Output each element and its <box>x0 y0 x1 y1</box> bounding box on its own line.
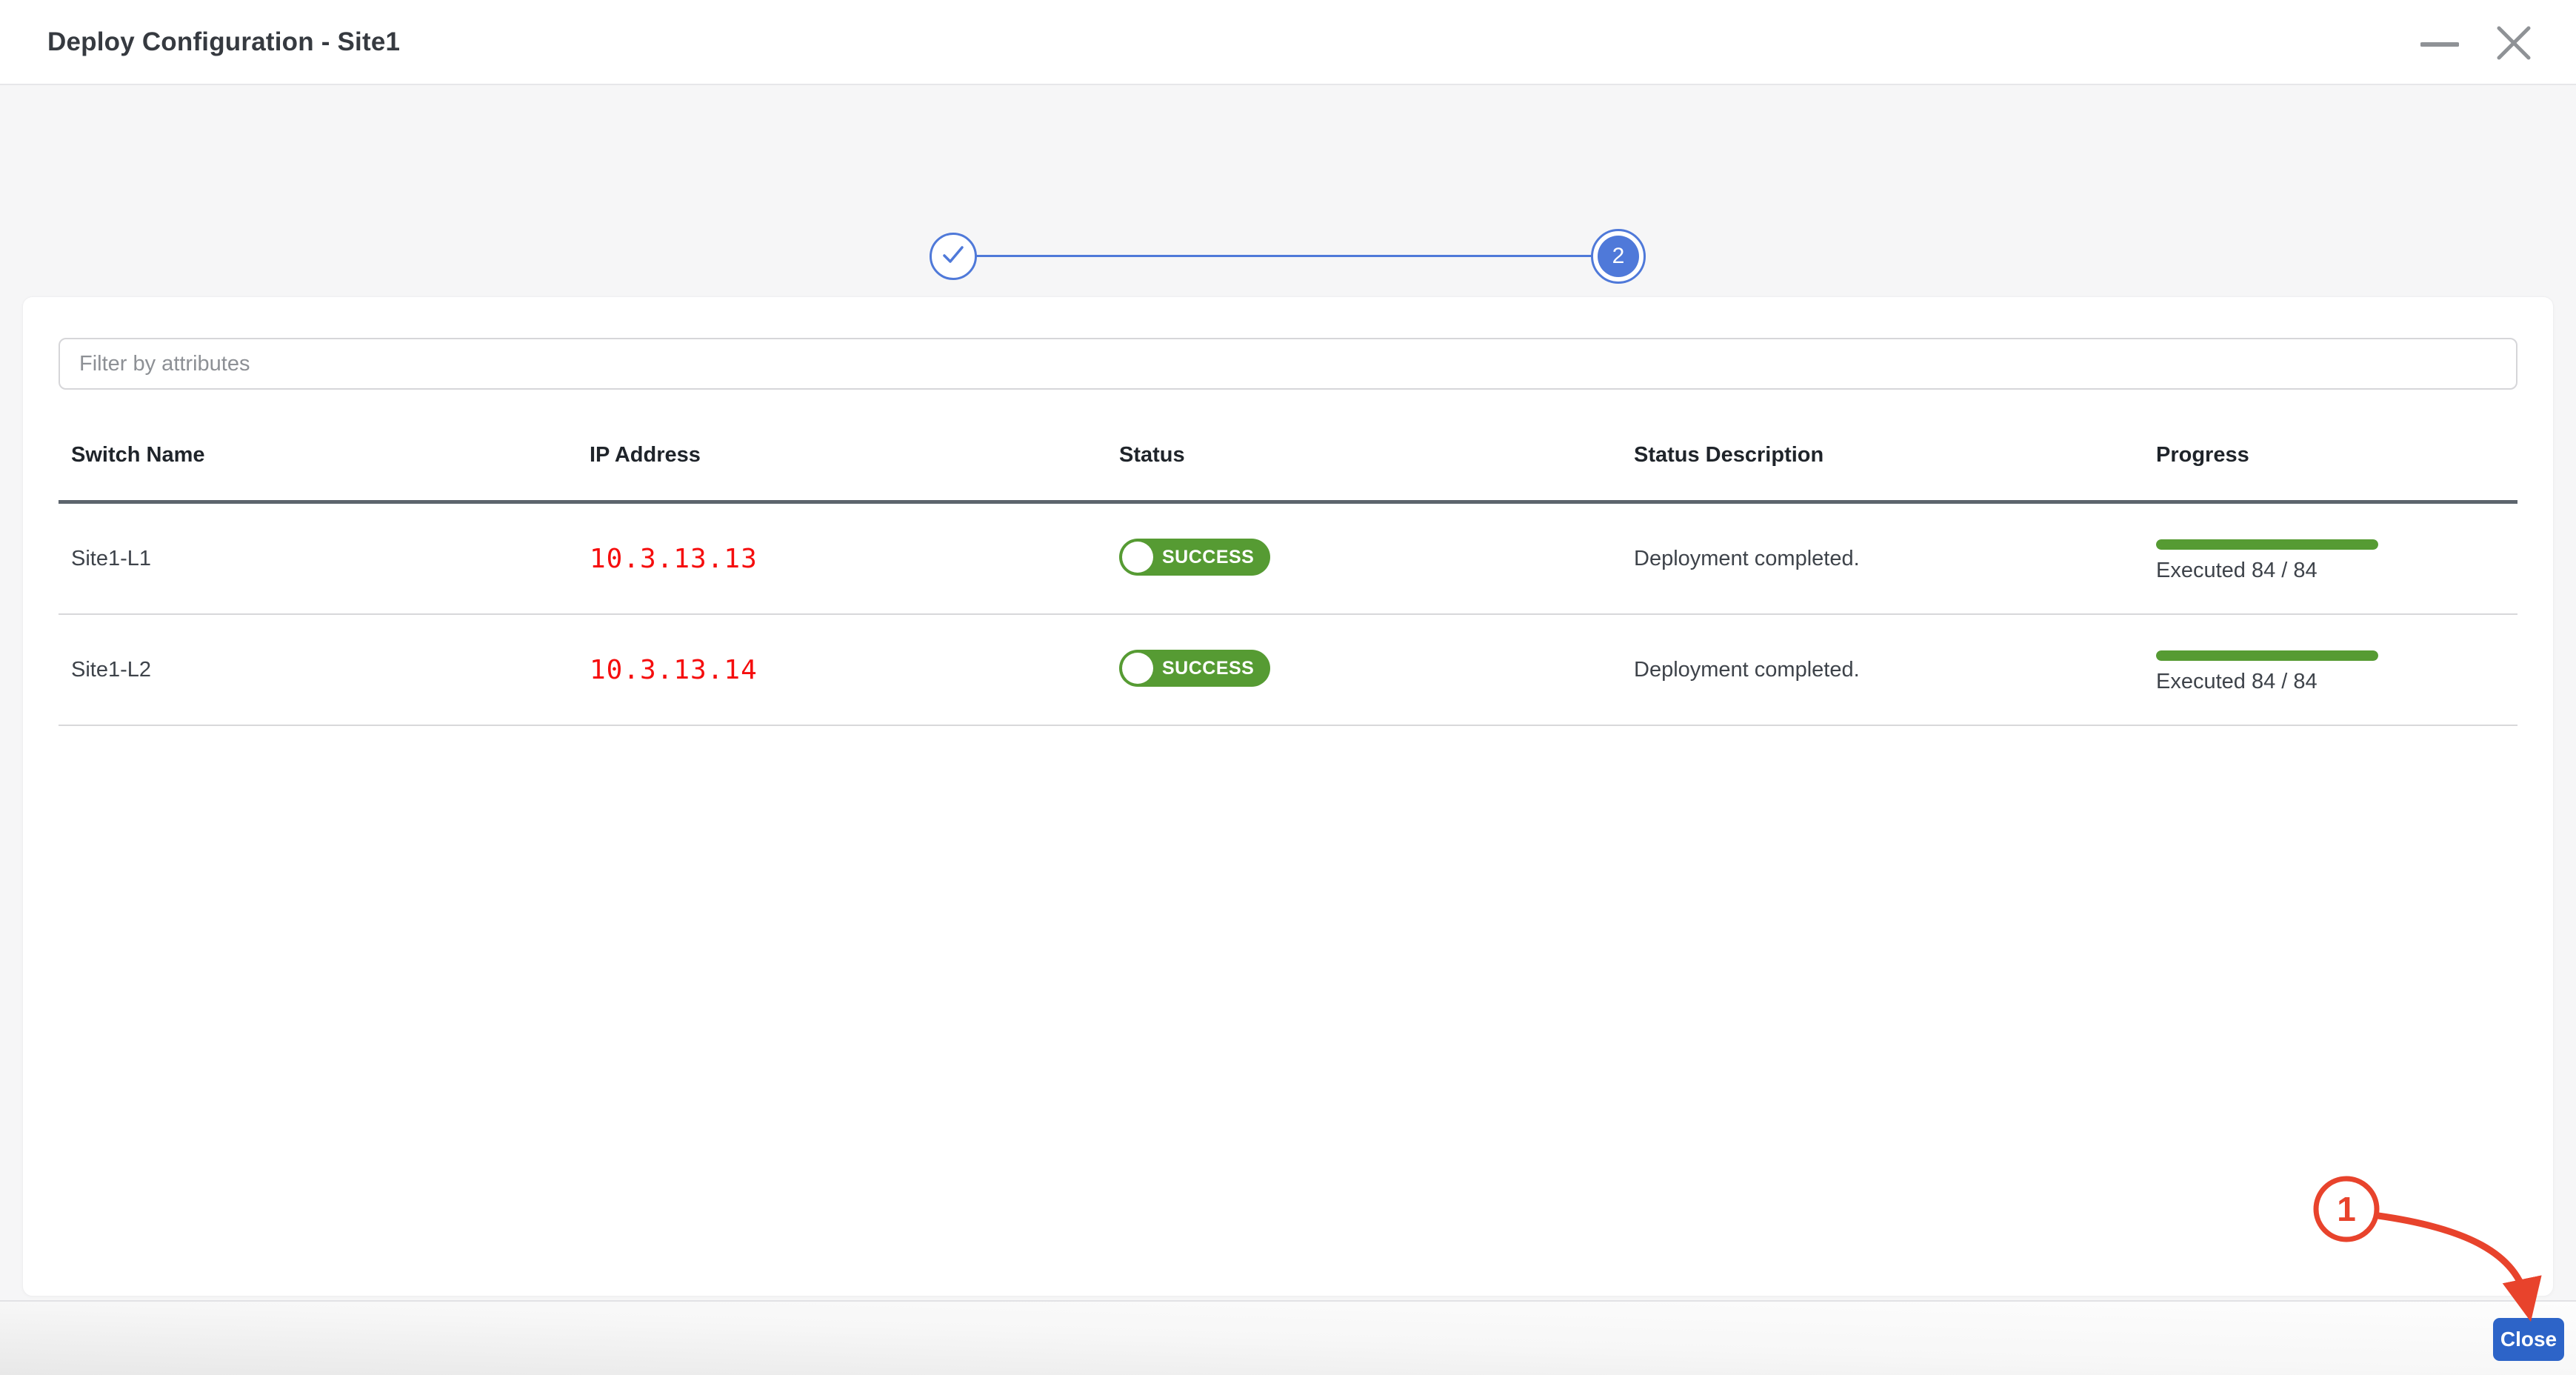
status-badge: SUCCESS <box>1119 650 1270 687</box>
progress-label: Executed 84 / 84 <box>2156 670 2505 694</box>
switch-name-cell: Site1-L1 <box>59 547 577 571</box>
status-badge: SUCCESS <box>1119 539 1270 576</box>
col-header-status-description: Status Description <box>1621 443 2143 500</box>
table-row: Site1-L1 10.3.13.13 SUCCESS Deployment c… <box>59 504 2517 615</box>
dialog-titlebar: Deploy Configuration - Site1 <box>0 0 2576 85</box>
filter-input[interactable] <box>59 338 2517 390</box>
progress-cell: Executed 84 / 84 <box>2156 535 2505 583</box>
col-header-ip-address: IP Address <box>577 443 1107 500</box>
minimize-icon[interactable] <box>2419 22 2460 64</box>
status-badge-label: SUCCESS <box>1162 547 1254 568</box>
col-header-progress: Progress <box>2143 443 2517 500</box>
step-deploy-progress-indicator[interactable]: 2 <box>1591 229 1646 284</box>
table-row: Site1-L2 10.3.13.14 SUCCESS Deployment c… <box>59 615 2517 726</box>
close-icon[interactable] <box>2493 22 2535 64</box>
check-icon <box>942 245 964 268</box>
table-header-row: Switch Name IP Address Status Status Des… <box>59 443 2517 504</box>
switch-deploy-table: Switch Name IP Address Status Status Des… <box>59 443 2517 726</box>
progress-bar <box>2156 650 2378 661</box>
status-dot-icon <box>1122 653 1153 684</box>
switch-name-cell: Site1-L2 <box>59 658 577 682</box>
status-badge-label: SUCCESS <box>1162 658 1254 679</box>
progress-cell: Executed 84 / 84 <box>2156 646 2505 694</box>
ip-address-cell: 10.3.13.13 <box>590 544 758 574</box>
dialog-title: Deploy Configuration - Site1 <box>47 27 400 57</box>
progress-label: Executed 84 / 84 <box>2156 559 2505 583</box>
close-button[interactable]: Close <box>2493 1318 2564 1361</box>
col-header-status: Status <box>1107 443 1621 500</box>
deploy-progress-card: Switch Name IP Address Status Status Des… <box>22 296 2554 1296</box>
progress-bar <box>2156 539 2378 550</box>
progress-bar-fill <box>2156 539 2378 550</box>
status-description-cell: Deployment completed. <box>1621 547 2143 571</box>
wizard-stepper: Config Preview 2 Deploy Progress <box>0 85 2576 296</box>
step-number: 2 <box>1598 236 1639 277</box>
progress-bar-fill <box>2156 650 2378 661</box>
dialog-footer: Close <box>0 1300 2576 1375</box>
stepper-connector <box>955 255 1592 257</box>
window-controls <box>2419 0 2535 85</box>
status-description-cell: Deployment completed. <box>1621 658 2143 682</box>
status-dot-icon <box>1122 542 1153 573</box>
ip-address-cell: 10.3.13.14 <box>590 655 758 685</box>
step-config-preview-indicator[interactable] <box>930 233 977 280</box>
col-header-switch-name: Switch Name <box>59 443 577 500</box>
